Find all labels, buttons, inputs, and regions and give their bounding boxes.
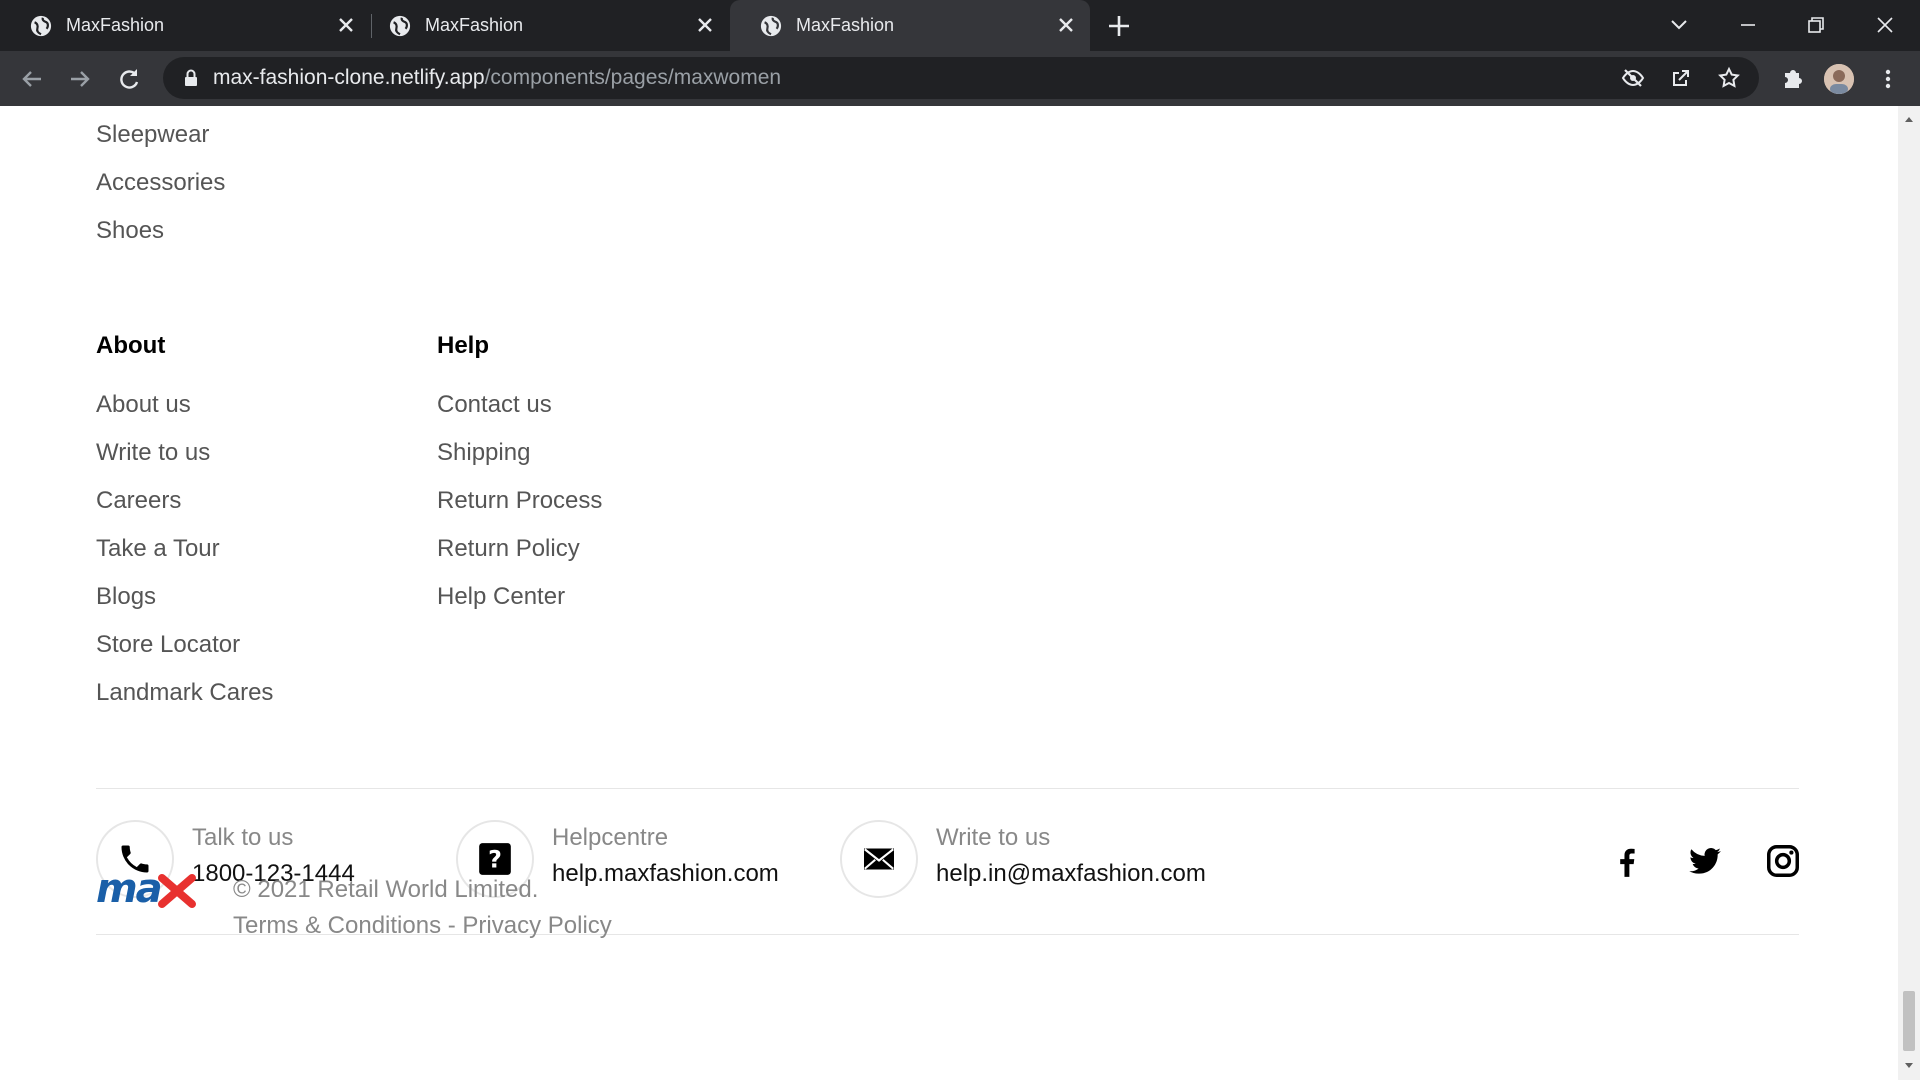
- svg-text:ma: ma: [96, 868, 161, 912]
- window-close-icon[interactable]: [1870, 10, 1900, 40]
- tab-strip: MaxFashion MaxFashion MaxFashion: [0, 0, 1920, 51]
- footer-link-sleepwear[interactable]: Sleepwear: [96, 121, 209, 149]
- tab-2[interactable]: MaxFashion: [359, 0, 729, 51]
- address-bar[interactable]: max-fashion-clone.netlify.app/components…: [163, 57, 1759, 99]
- contact-helpcentre[interactable]: help.maxfashion.com: [552, 860, 779, 888]
- legal-links[interactable]: Terms & Conditions - Privacy Policy: [233, 912, 612, 940]
- tab-title: MaxFashion: [66, 15, 165, 35]
- help-heading: Help: [437, 332, 490, 359]
- globe-icon: [30, 15, 52, 36]
- tab-3-active[interactable]: MaxFashion: [730, 0, 1090, 51]
- new-tab-icon[interactable]: [1105, 12, 1133, 40]
- question-icon: ?: [479, 843, 511, 875]
- contact-email[interactable]: help.in@maxfashion.com: [936, 860, 1206, 888]
- url-host: max-fashion-clone.netlify.app: [213, 66, 485, 89]
- help-link[interactable]: Return Process: [437, 487, 602, 515]
- about-link[interactable]: Take a Tour: [96, 535, 220, 563]
- forward-icon[interactable]: [65, 64, 95, 94]
- tab-title: MaxFashion: [425, 15, 524, 35]
- star-icon[interactable]: [1717, 66, 1741, 90]
- help-link[interactable]: Shipping: [437, 439, 530, 467]
- about-link[interactable]: Landmark Cares: [96, 679, 273, 707]
- reload-icon[interactable]: [114, 64, 144, 94]
- twitter-icon[interactable]: [1686, 842, 1724, 880]
- help-link[interactable]: Contact us: [437, 391, 552, 419]
- footer-link-shoes[interactable]: Shoes: [96, 217, 164, 245]
- svg-text:?: ?: [488, 846, 502, 874]
- scrollbar[interactable]: [1898, 106, 1920, 1080]
- browser-toolbar: max-fashion-clone.netlify.app/components…: [0, 51, 1920, 106]
- page-content: Sleepwear Accessories Shoes About About …: [0, 106, 1898, 1080]
- contact-label: Talk to us: [192, 824, 294, 851]
- avatar-icon: [1824, 64, 1854, 94]
- help-link[interactable]: Help Center: [437, 583, 565, 611]
- tab-title: MaxFashion: [796, 15, 895, 35]
- help-link[interactable]: Return Policy: [437, 535, 580, 563]
- about-link[interactable]: Write to us: [96, 439, 210, 467]
- profile-avatar[interactable]: [1824, 64, 1854, 94]
- footer-link-accessories[interactable]: Accessories: [96, 169, 225, 197]
- globe-icon: [389, 15, 411, 36]
- scroll-thumb[interactable]: [1903, 991, 1915, 1051]
- minimize-icon[interactable]: [1733, 10, 1763, 40]
- url-text[interactable]: max-fashion-clone.netlify.app/components…: [213, 57, 781, 99]
- copyright-text: © 2021 Retail World Limited.: [233, 876, 539, 903]
- about-link[interactable]: Blogs: [96, 583, 156, 611]
- globe-icon: [760, 15, 782, 36]
- eye-off-icon[interactable]: [1621, 66, 1645, 90]
- close-icon[interactable]: [334, 13, 358, 37]
- back-icon[interactable]: [17, 64, 47, 94]
- extensions-icon[interactable]: [1776, 64, 1806, 94]
- divider: [96, 788, 1799, 789]
- menu-dots-icon[interactable]: [1873, 64, 1903, 94]
- contact-label: Write to us: [936, 824, 1051, 851]
- tab-1[interactable]: MaxFashion: [0, 0, 370, 51]
- share-icon[interactable]: [1669, 66, 1693, 90]
- restore-icon[interactable]: [1801, 10, 1831, 40]
- contact-label: Helpcentre: [552, 824, 669, 851]
- scroll-up-icon[interactable]: [1903, 114, 1915, 124]
- url-path: /components/pages/maxwomen: [484, 66, 782, 89]
- tab-search-icon[interactable]: [1664, 10, 1694, 40]
- about-link[interactable]: Store Locator: [96, 631, 240, 659]
- mail-icon: [864, 848, 894, 870]
- mail-circle[interactable]: [840, 820, 918, 898]
- scroll-down-icon[interactable]: [1903, 1061, 1915, 1071]
- about-link[interactable]: Careers: [96, 487, 181, 515]
- instagram-icon[interactable]: [1764, 842, 1802, 880]
- facebook-icon[interactable]: [1608, 842, 1646, 880]
- about-link[interactable]: About us: [96, 391, 191, 419]
- about-heading: About: [96, 332, 166, 359]
- close-icon[interactable]: [1054, 13, 1078, 37]
- max-logo[interactable]: ma: [96, 868, 198, 914]
- lock-icon[interactable]: [179, 66, 203, 90]
- close-icon[interactable]: [693, 13, 717, 37]
